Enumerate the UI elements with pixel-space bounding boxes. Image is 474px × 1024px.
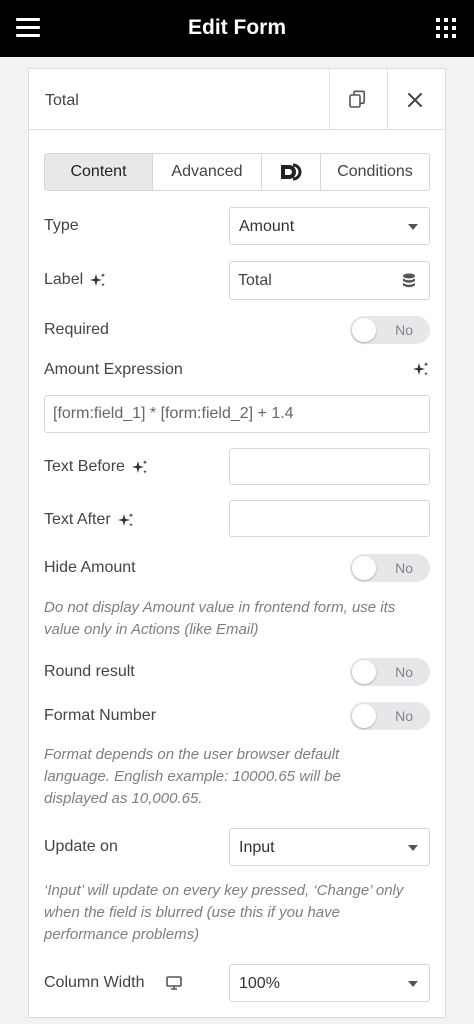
amount-expression-label: Amount Expression [44, 361, 183, 378]
update-on-description: ‘Input’ will update on every key pressed… [44, 880, 434, 946]
tab-bar: Content Advanced Conditions [44, 153, 430, 191]
required-label: Required [44, 321, 109, 338]
update-on-select-value: Input [239, 839, 275, 856]
hide-amount-toggle[interactable]: No [350, 554, 430, 582]
chevron-down-icon [408, 981, 418, 987]
top-bar: Edit Form [0, 0, 474, 57]
hide-amount-description: Do not display Amount value in frontend … [44, 597, 434, 641]
tab-advanced[interactable]: Advanced [153, 154, 262, 190]
divider [329, 69, 330, 129]
dynamic-logo-icon [281, 163, 302, 181]
ai-sparkle-icon[interactable] [413, 361, 429, 377]
toggle-knob [352, 556, 376, 580]
tab-content[interactable]: Content [45, 154, 153, 190]
close-icon[interactable] [404, 89, 426, 111]
label-input[interactable] [229, 261, 390, 300]
type-select[interactable]: Amount [229, 207, 430, 245]
dynamic-tags-button[interactable] [389, 261, 430, 300]
hide-amount-label: Hide Amount [44, 559, 136, 576]
toggle-state: No [395, 560, 413, 576]
amount-expression-input[interactable] [44, 395, 430, 433]
item-title: Total [45, 92, 79, 109]
description-line: Do not display Amount value in frontend … [44, 599, 396, 616]
round-result-toggle[interactable]: No [350, 658, 430, 686]
tab-dynamic[interactable] [262, 154, 321, 190]
column-width-select-value: 100% [239, 975, 280, 992]
column-width-label: Column Width [44, 974, 183, 992]
ai-sparkle-icon[interactable] [90, 272, 106, 288]
repeater-item-header[interactable]: Total [28, 68, 446, 130]
toggle-state: No [395, 708, 413, 724]
description-line: when the field is blurred (use this if y… [44, 904, 340, 921]
divider [387, 69, 388, 129]
update-on-label: Update on [44, 838, 118, 855]
toggle-knob [352, 660, 376, 684]
label-field-label: Label [44, 271, 106, 289]
format-number-description: Format depends on the user browser defau… [44, 744, 434, 810]
database-icon [403, 273, 415, 288]
toggle-knob [352, 704, 376, 728]
column-width-text: Column Width [44, 974, 145, 991]
text-after-text: Text After [44, 511, 111, 528]
text-before-text: Text Before [44, 458, 125, 475]
update-on-select[interactable]: Input [229, 828, 430, 866]
text-after-input[interactable] [229, 500, 430, 537]
label-text: Label [44, 271, 84, 288]
description-line: language. English example: 10000.65 will… [44, 768, 341, 785]
tab-conditions[interactable]: Conditions [321, 154, 429, 190]
toggle-state: No [395, 322, 413, 338]
format-number-label: Format Number [44, 707, 157, 724]
description-line: displayed as 10,000.65. [44, 790, 203, 807]
chevron-down-icon [408, 224, 418, 230]
text-before-label: Text Before [44, 458, 148, 476]
format-number-toggle[interactable]: No [350, 702, 430, 730]
page-title: Edit Form [188, 16, 286, 39]
type-label: Type [44, 217, 79, 234]
description-line: Format depends on the user browser defau… [44, 746, 340, 763]
description-line: performance problems) [44, 926, 200, 943]
ai-sparkle-icon[interactable] [117, 512, 134, 528]
round-result-label: Round result [44, 663, 135, 680]
column-width-select[interactable]: 100% [229, 964, 430, 1002]
toggle-knob [352, 318, 376, 342]
type-select-value: Amount [239, 218, 295, 235]
description-line: value only in Actions (like Email) [44, 621, 259, 638]
chevron-down-icon [408, 845, 418, 851]
description-line: ‘Input’ will update on every key pressed… [44, 882, 404, 899]
desktop-icon[interactable] [166, 976, 183, 990]
text-before-input[interactable] [229, 448, 430, 485]
duplicate-icon[interactable] [346, 89, 368, 111]
required-toggle[interactable]: No [350, 316, 430, 344]
toggle-state: No [395, 664, 413, 680]
text-after-label: Text After [44, 511, 134, 529]
apps-grid-icon[interactable] [436, 18, 456, 38]
ai-sparkle-icon[interactable] [131, 459, 148, 475]
